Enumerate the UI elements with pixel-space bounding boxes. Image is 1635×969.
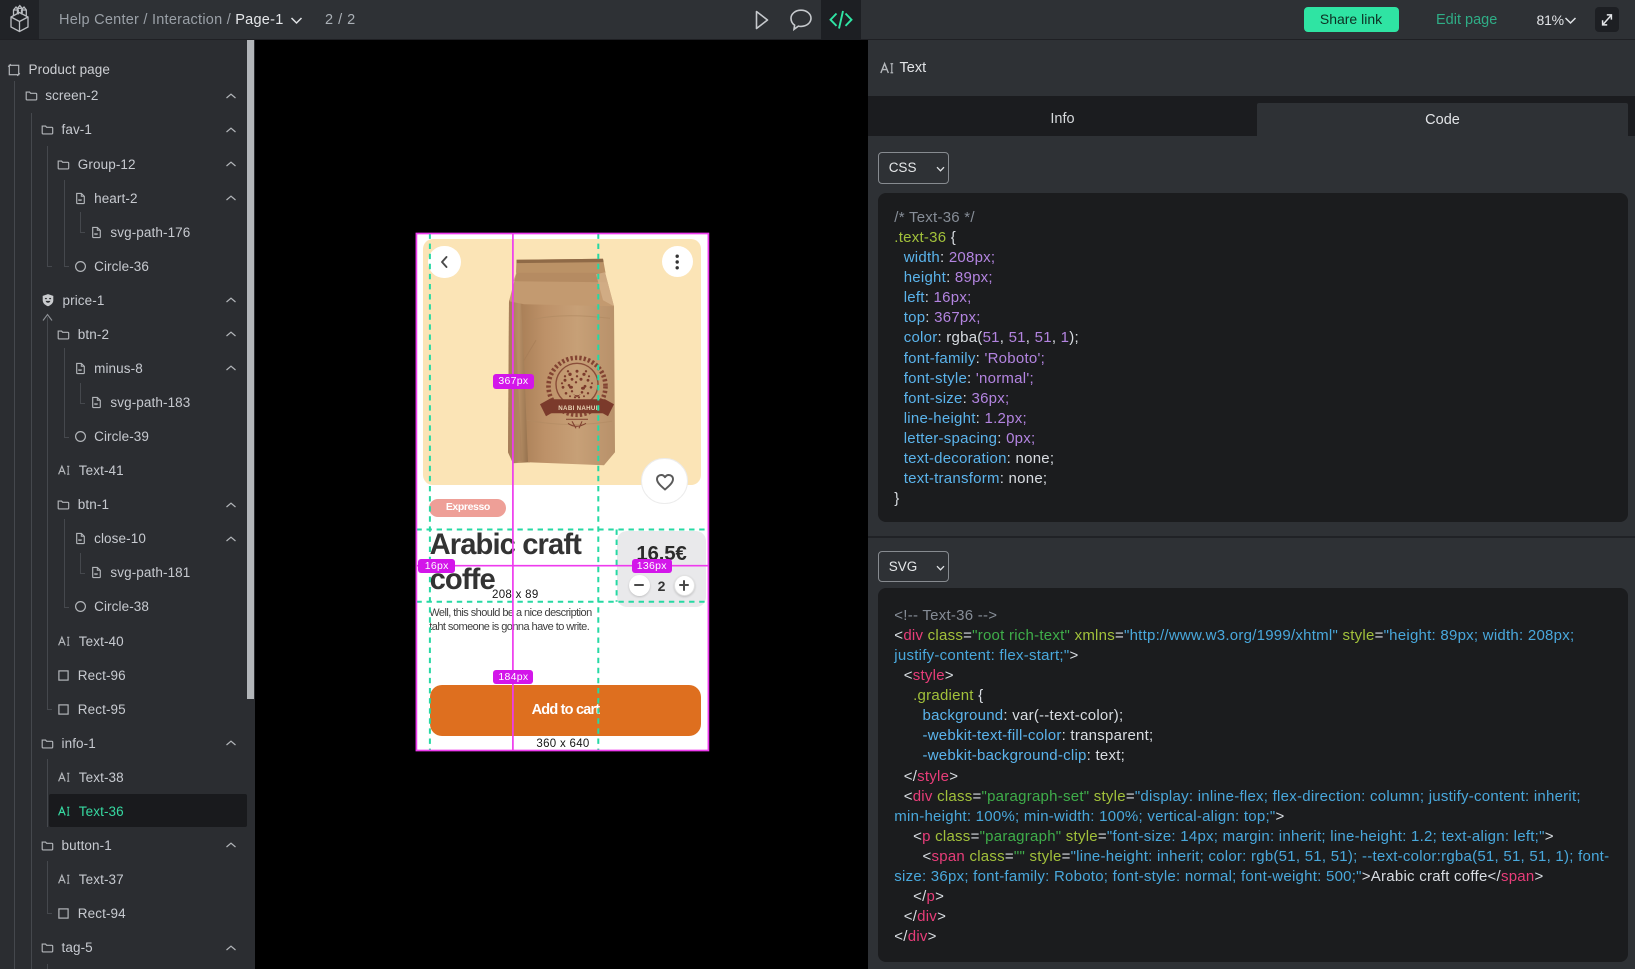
svg-text:NABI NAHUI: NABI NAHUI — [558, 404, 597, 411]
